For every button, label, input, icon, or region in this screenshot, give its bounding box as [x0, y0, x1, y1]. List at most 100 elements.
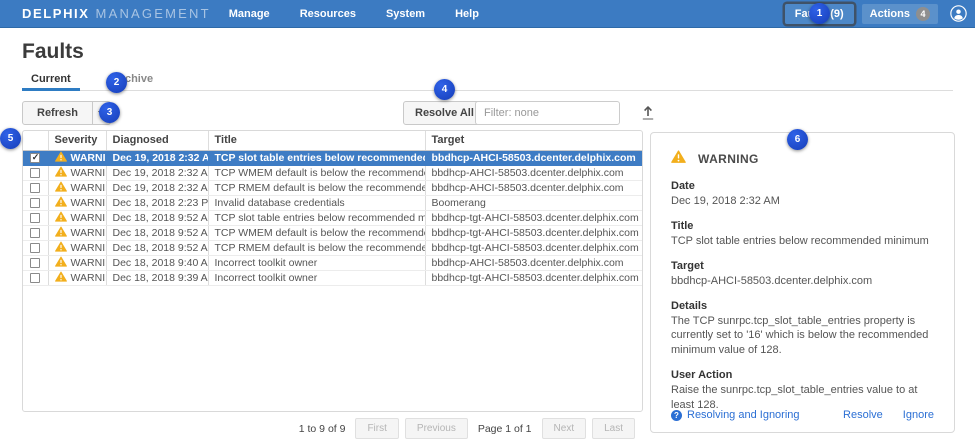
- callout-5: 5: [0, 128, 21, 149]
- brand-logo: DELPHIX MANAGEMENT: [22, 6, 211, 21]
- table-row[interactable]: WARNINGDec 19, 2018 2:32 AMTCP WMEM defa…: [23, 165, 642, 180]
- warning-icon-slot: [671, 149, 690, 168]
- select-all-header: [23, 131, 48, 150]
- table-row[interactable]: WARNINGDec 18, 2018 9:52 AMTCP slot tabl…: [23, 210, 642, 225]
- diagnosed-cell: Dec 18, 2018 9:40 AM: [106, 255, 208, 270]
- warning-icon: [55, 226, 67, 240]
- row-checkbox[interactable]: [30, 258, 40, 268]
- row-checkbox[interactable]: [30, 273, 40, 283]
- row-checkbox[interactable]: [30, 168, 40, 178]
- resolve-all-button[interactable]: Resolve All: [403, 101, 486, 125]
- detail-field-details: Details The TCP sunrpc.tcp_slot_table_ent…: [671, 300, 934, 359]
- field-value: The TCP sunrpc.tcp_slot_table_entries pr…: [671, 314, 934, 359]
- table-header-row: Severity Diagnosed Title Target: [23, 131, 642, 150]
- callout-3: 3: [99, 102, 120, 123]
- row-checkbox[interactable]: [30, 198, 40, 208]
- severity-label: WARNING: [71, 272, 107, 284]
- field-label: Details: [671, 300, 934, 312]
- severity-cell: WARNING: [48, 240, 106, 255]
- nav-item-help[interactable]: Help: [455, 0, 479, 28]
- diagnosed-cell: Dec 19, 2018 2:32 AM: [106, 165, 208, 180]
- col-header-diagnosed[interactable]: Diagnosed: [106, 131, 208, 150]
- table-row[interactable]: WARNINGDec 19, 2018 2:32 AMTCP RMEM defa…: [23, 180, 642, 195]
- help-link-label: Resolving and Ignoring: [687, 409, 800, 421]
- export-icon[interactable]: [640, 105, 656, 122]
- detail-field-title: TitleTCP slot table entries below recomm…: [671, 220, 934, 249]
- target-cell: bbdhcp-AHCI-58503.dcenter.delphix.com: [425, 180, 642, 195]
- faults-table: Severity Diagnosed Title Target WARNINGD…: [22, 130, 643, 412]
- field-label: Target: [671, 260, 934, 272]
- title-cell: TCP slot table entries below recommended…: [208, 210, 425, 225]
- detail-footer: Resolving and Ignoring Resolve Ignore: [671, 409, 934, 421]
- row-checkbox[interactable]: [30, 183, 40, 193]
- detail-fields: Date Dec 19, 2018 2:32 AM TitleTCP slot ta…: [671, 180, 934, 413]
- last-page-button[interactable]: Last: [592, 418, 635, 439]
- field-label: Title: [671, 220, 934, 232]
- severity-cell: WARNING: [48, 180, 106, 195]
- title-cell: TCP RMEM default is below the recommende…: [208, 240, 425, 255]
- col-header-target[interactable]: Target: [425, 131, 642, 150]
- row-checkbox[interactable]: [30, 243, 40, 253]
- col-header-severity[interactable]: Severity: [48, 131, 106, 150]
- field-value: Dec 19, 2018 2:32 AM: [671, 194, 934, 209]
- severity-label: WARNING: [71, 182, 107, 194]
- target-cell: bbdhcp-tgt-AHCI-58503.dcenter.delphix.co…: [425, 225, 642, 240]
- target-cell: Boomerang: [425, 195, 642, 210]
- field-label: User Action: [671, 369, 934, 381]
- table-row[interactable]: WARNINGDec 18, 2018 9:52 AMTCP WMEM defa…: [23, 225, 642, 240]
- resolving-ignoring-link[interactable]: Resolving and Ignoring: [671, 409, 800, 421]
- severity-cell: WARNING: [48, 225, 106, 240]
- detail-field-target: Target bbdhcp-AHCI-58503.dcenter.delphix.…: [671, 260, 934, 289]
- table-row[interactable]: WARNINGDec 18, 2018 9:40 AMIncorrect too…: [23, 255, 642, 270]
- next-page-button[interactable]: Next: [542, 418, 587, 439]
- detail-field-user-action: User ActionRaise the sunrpc.tcp_slot_tab…: [671, 369, 934, 413]
- nav-item-resources[interactable]: Resources: [300, 0, 356, 28]
- callout-4: 4: [434, 79, 455, 100]
- tab-current[interactable]: Current: [22, 70, 80, 91]
- diagnosed-cell: Dec 18, 2018 9:52 AM: [106, 225, 208, 240]
- field-value: bbdhcp-AHCI-58503.dcenter.delphix.com: [671, 274, 934, 289]
- warning-icon: [55, 196, 67, 210]
- nav-item-system[interactable]: System: [386, 0, 425, 28]
- brand-secondary: MANAGEMENT: [96, 6, 211, 21]
- warning-icon: [671, 150, 686, 168]
- row-checkbox[interactable]: [30, 228, 40, 238]
- col-header-title[interactable]: Title: [208, 131, 425, 150]
- severity-cell: WARNING: [48, 165, 106, 180]
- callout-6: 6: [787, 129, 808, 150]
- page-info: Page 1 of 1: [478, 423, 532, 435]
- table-row[interactable]: WARNINGDec 18, 2018 9:52 AMTCP RMEM defa…: [23, 240, 642, 255]
- severity-label: WARNING: [71, 242, 107, 254]
- callout-2: 2: [106, 72, 127, 93]
- severity-label: WARNING: [71, 212, 107, 224]
- refresh-button-group: Refresh: [22, 101, 111, 125]
- warning-icon: [55, 241, 67, 255]
- previous-page-button[interactable]: Previous: [405, 418, 468, 439]
- diagnosed-cell: Dec 18, 2018 9:52 AM: [106, 240, 208, 255]
- table-row[interactable]: WARNINGDec 19, 2018 2:32 AMTCP slot tabl…: [23, 150, 642, 165]
- actions-button[interactable]: Actions 4: [862, 4, 938, 24]
- field-label: Date: [671, 180, 934, 192]
- resolve-link[interactable]: Resolve: [843, 409, 883, 421]
- target-cell: bbdhcp-AHCI-58503.dcenter.delphix.com: [425, 255, 642, 270]
- severity-cell: WARNING: [48, 150, 106, 165]
- row-checkbox[interactable]: [30, 153, 40, 163]
- table-row[interactable]: WARNINGDec 18, 2018 9:39 AMIncorrect too…: [23, 270, 642, 285]
- user-profile-icon[interactable]: [950, 5, 967, 22]
- nav-item-manage[interactable]: Manage: [229, 0, 270, 28]
- severity-label: WARNING: [71, 197, 107, 209]
- title-cell: Incorrect toolkit owner: [208, 255, 425, 270]
- warning-icon: [55, 181, 67, 195]
- filter-input[interactable]: [475, 101, 620, 125]
- help-icon: [671, 410, 682, 421]
- first-page-button[interactable]: First: [355, 418, 398, 439]
- row-checkbox[interactable]: [30, 213, 40, 223]
- warning-icon: [55, 211, 67, 225]
- ignore-link[interactable]: Ignore: [903, 409, 934, 421]
- warning-icon: [55, 271, 67, 285]
- table-row[interactable]: WARNINGDec 18, 2018 2:23 PMInvalid datab…: [23, 195, 642, 210]
- pagination-summary: 1 to 9 of 9: [299, 423, 346, 435]
- refresh-button[interactable]: Refresh: [23, 102, 92, 124]
- pagination: 1 to 9 of 9 First Previous Page 1 of 1 N…: [22, 418, 643, 439]
- severity-cell: WARNING: [48, 210, 106, 225]
